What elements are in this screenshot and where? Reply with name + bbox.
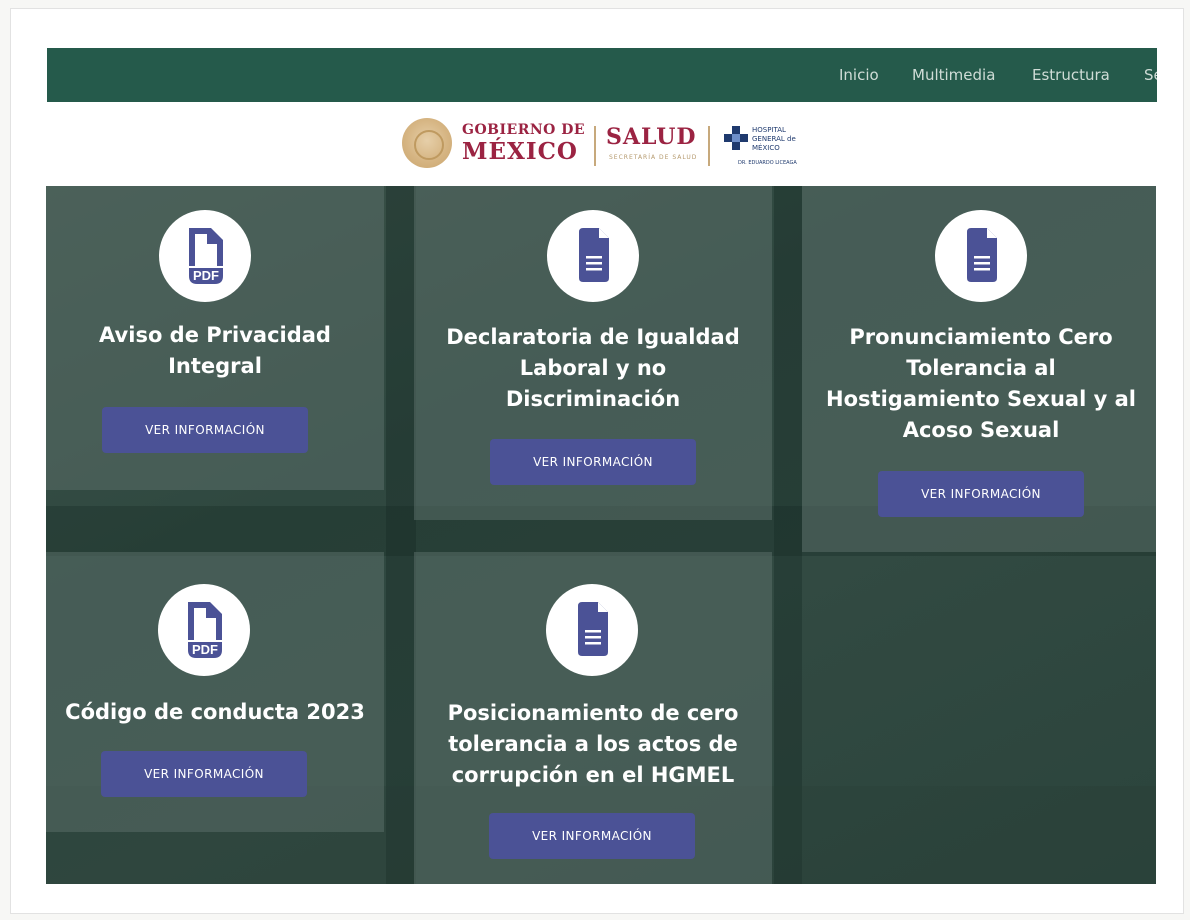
gobierno-logo-top: GOBIERNO DE [462, 122, 586, 138]
card-title: Pronunciamiento Cero Tolerancia al Hosti… [826, 325, 1136, 442]
documents-section: PDF Aviso de Privacidad Integral VER INF… [46, 186, 1156, 884]
top-navigation-bar: Inicio Multimedia Estructura Se [47, 48, 1157, 102]
card-title: Código de conducta 2023 [65, 700, 365, 724]
svg-text:PDF: PDF [192, 642, 218, 657]
ver-informacion-button[interactable]: VER INFORMACIÓN [101, 751, 307, 797]
nav-link-truncated[interactable]: Se [1144, 66, 1157, 84]
logo-bar: GOBIERNO DE MÉXICO SALUD SECRETARÍA DE S… [400, 116, 800, 174]
mexico-seal-logo [402, 118, 452, 168]
ver-informacion-button[interactable]: VER INFORMACIÓN [489, 813, 695, 859]
nav-link-estructura[interactable]: Estructura [1032, 66, 1110, 84]
svg-text:PDF: PDF [193, 268, 219, 283]
logo-divider [708, 126, 710, 166]
ver-informacion-button[interactable]: VER INFORMACIÓN [490, 439, 696, 485]
pdf-icon: PDF [159, 210, 251, 302]
document-icon [547, 210, 639, 302]
card-pronunciamiento: Pronunciamiento Cero Tolerancia al Hosti… [802, 186, 1156, 552]
card-aviso-privacidad: PDF Aviso de Privacidad Integral VER INF… [46, 186, 384, 490]
gobierno-logo-bottom: MÉXICO [462, 138, 578, 165]
nav-link-multimedia[interactable]: Multimedia [912, 66, 995, 84]
ver-informacion-button[interactable]: VER INFORMACIÓN [102, 407, 308, 453]
card-title: Aviso de Privacidad Integral [99, 323, 331, 378]
card-title: Posicionamiento de cero tolerancia a los… [447, 701, 739, 787]
document-icon [935, 210, 1027, 302]
ver-informacion-button[interactable]: VER INFORMACIÓN [878, 471, 1084, 517]
card-title: Declaratoria de Igualdad Laboral y no Di… [446, 325, 740, 411]
hospital-logo-text: HOSPITAL GENERAL de MÉXICO [752, 126, 796, 152]
nav-link-inicio[interactable]: Inicio [839, 66, 879, 84]
hospital-cross-logo [724, 126, 748, 160]
card-declaratoria-igualdad: Declaratoria de Igualdad Laboral y no Di… [414, 186, 772, 520]
document-icon [546, 584, 638, 676]
card-codigo-conducta: PDF Código de conducta 2023 VER INFORMAC… [46, 552, 384, 832]
salud-logo-subtitle: SECRETARÍA DE SALUD [609, 154, 698, 161]
hospital-logo-subtext: DR. EDUARDO LICEAGA [738, 160, 797, 166]
card-posicionamiento-corrupcion: Posicionamiento de cero tolerancia a los… [414, 552, 772, 884]
salud-logo-title: SALUD [606, 124, 697, 150]
pdf-icon: PDF [158, 584, 250, 676]
logo-divider [594, 126, 596, 166]
